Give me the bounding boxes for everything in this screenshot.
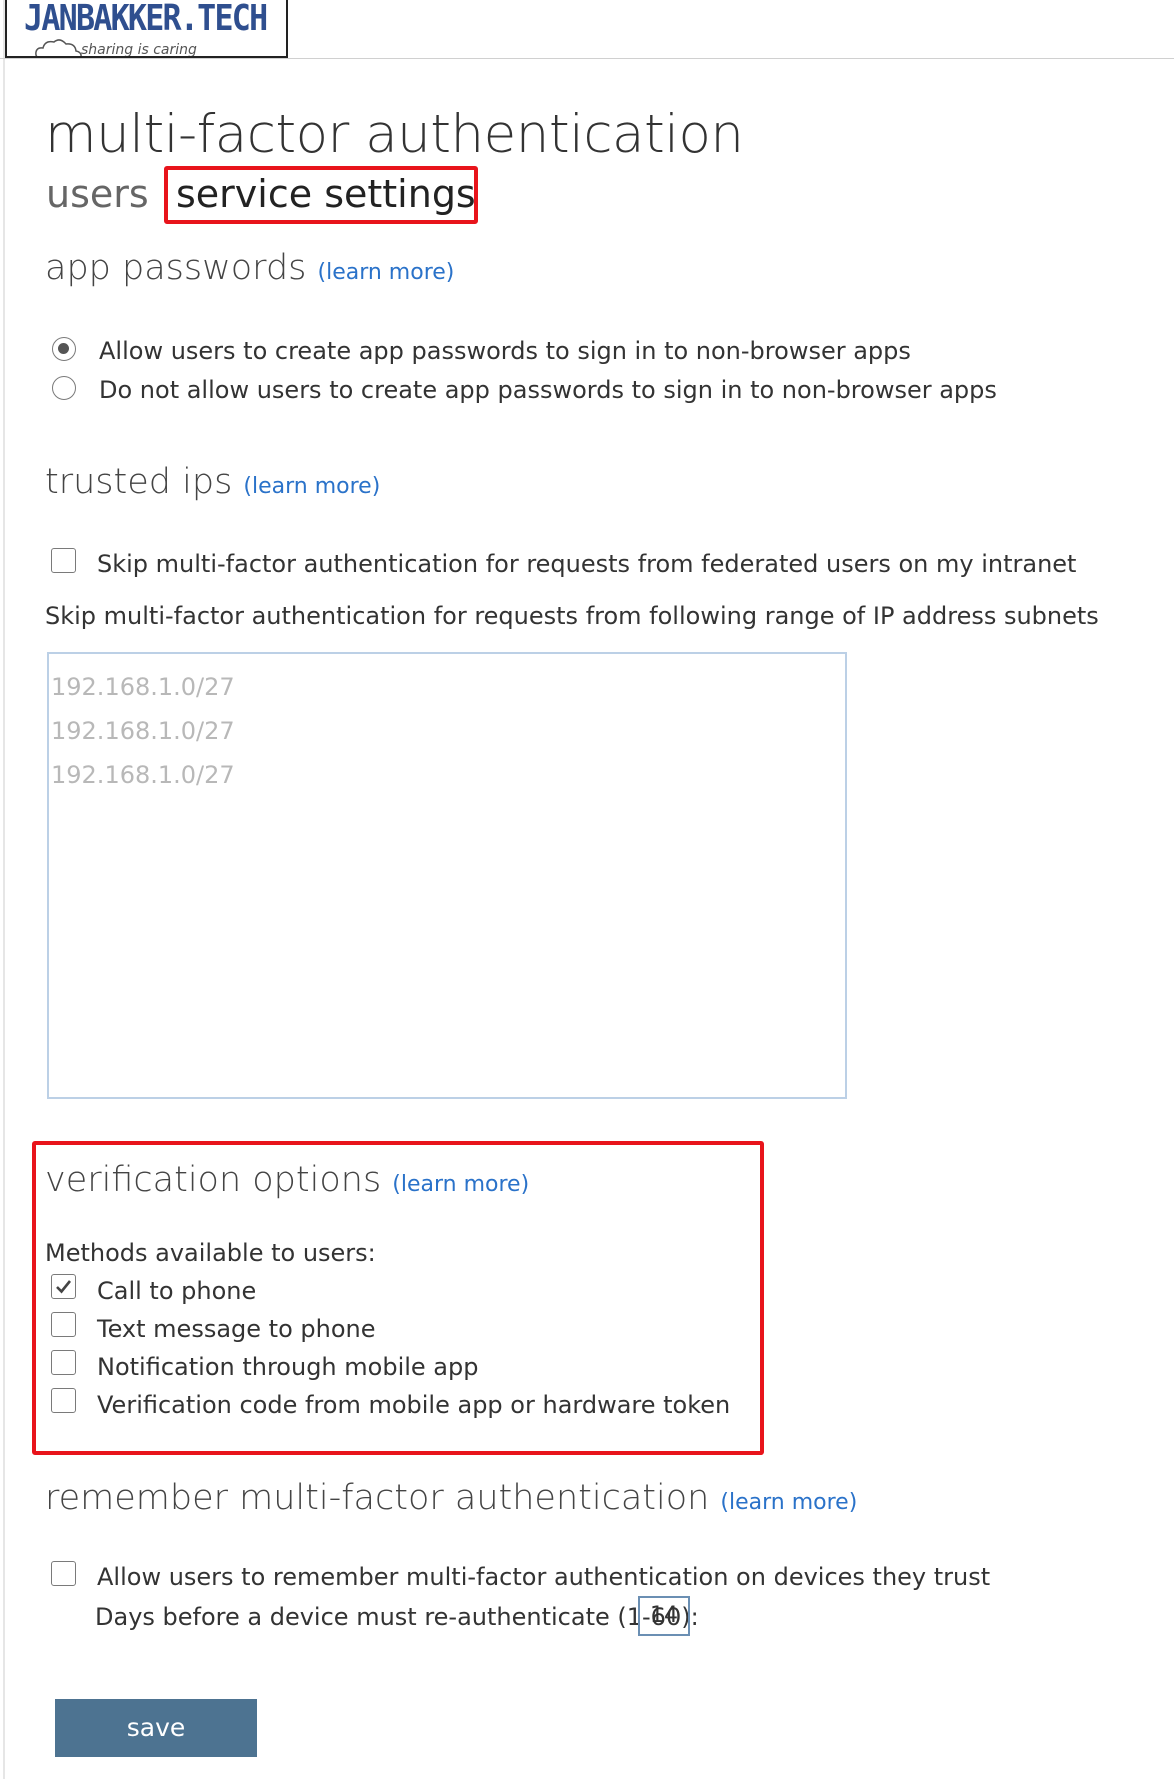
days-label: Days before a device must re-authenticat… xyxy=(95,1603,699,1631)
allow-app-passwords-label: Allow users to create app passwords to s… xyxy=(99,337,911,365)
trusted-ips-header: trusted ips (learn more) xyxy=(45,462,380,502)
remember-mfa-header: remember multi-factor authentication (le… xyxy=(45,1478,857,1518)
skip-federated-label: Skip multi-factor authentication for req… xyxy=(97,550,1077,578)
disallow-app-passwords-radio[interactable] xyxy=(52,376,76,400)
page-title: multi-factor authentication xyxy=(45,104,744,165)
ip-placeholder-line: 192.168.1.0/27 xyxy=(51,761,235,789)
highlight-box-service-settings xyxy=(164,166,478,224)
subnets-label: Skip multi-factor authentication for req… xyxy=(45,602,1099,630)
tab-users[interactable]: users xyxy=(46,172,149,216)
verification-code-label: Verification code from mobile app or har… xyxy=(97,1391,731,1419)
trusted-ips-learn-more-link[interactable]: (learn more) xyxy=(243,474,380,499)
mobile-app-notification-checkbox[interactable] xyxy=(51,1350,76,1375)
header-divider xyxy=(0,58,1174,59)
verification-options-learn-more-link[interactable]: (learn more) xyxy=(392,1172,529,1197)
call-to-phone-checkbox[interactable] xyxy=(51,1274,76,1299)
verification-options-heading: verification options xyxy=(45,1160,382,1200)
logo-text: JANBAKKER.TECH xyxy=(24,0,268,39)
remember-mfa-learn-more-link[interactable]: (learn more) xyxy=(720,1490,857,1515)
trusted-ips-heading: trusted ips xyxy=(45,462,233,502)
ip-subnets-textarea[interactable]: 192.168.1.0/27 192.168.1.0/27 192.168.1.… xyxy=(47,652,847,1099)
skip-federated-checkbox[interactable] xyxy=(51,548,76,573)
mobile-app-notification-label: Notification through mobile app xyxy=(97,1353,479,1381)
call-to-phone-label: Call to phone xyxy=(97,1277,257,1305)
logo-tagline: sharing is caring xyxy=(81,42,197,58)
save-button[interactable]: save xyxy=(55,1699,257,1757)
remember-mfa-label: Allow users to remember multi-factor aut… xyxy=(97,1563,991,1591)
site-logo: JANBAKKER.TECH sharing is caring xyxy=(5,0,288,58)
methods-label: Methods available to users: xyxy=(45,1239,376,1267)
text-message-label: Text message to phone xyxy=(97,1315,376,1343)
days-input[interactable]: 14 xyxy=(638,1596,690,1636)
ip-placeholder-line: 192.168.1.0/27 xyxy=(51,673,235,701)
verification-code-checkbox[interactable] xyxy=(51,1388,76,1413)
verification-options-header: verification options (learn more) xyxy=(45,1160,529,1200)
checkmark-icon xyxy=(56,1280,72,1294)
allow-app-passwords-radio[interactable] xyxy=(52,337,76,361)
app-passwords-heading: app passwords xyxy=(45,248,307,288)
ip-placeholder-line: 192.168.1.0/27 xyxy=(51,717,235,745)
remember-mfa-heading: remember multi-factor authentication xyxy=(45,1478,710,1518)
app-passwords-header: app passwords (learn more) xyxy=(45,248,454,288)
disallow-app-passwords-label: Do not allow users to create app passwor… xyxy=(99,376,997,404)
cloud-icon xyxy=(35,39,82,56)
remember-mfa-checkbox[interactable] xyxy=(51,1561,76,1586)
text-message-checkbox[interactable] xyxy=(51,1312,76,1337)
left-border xyxy=(3,0,5,1779)
app-passwords-learn-more-link[interactable]: (learn more) xyxy=(318,260,455,285)
